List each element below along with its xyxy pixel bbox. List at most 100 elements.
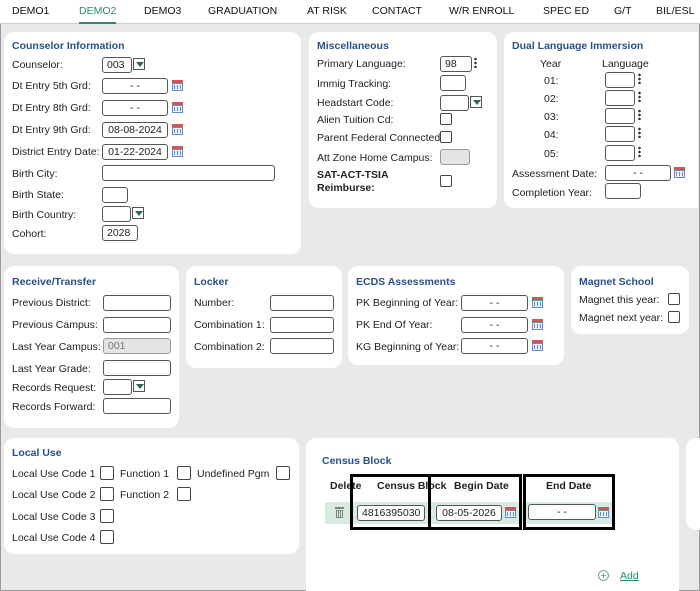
previous-campus-field[interactable] — [103, 317, 171, 333]
birth-country-field[interactable] — [102, 206, 131, 222]
function2-field[interactable] — [177, 487, 191, 501]
tab-bar: DEMO1 DEMO2 DEMO3 GRADUATION AT RISK CON… — [0, 0, 700, 24]
calendar-icon[interactable] — [532, 319, 543, 330]
sat-act-tsia-label: SAT-ACT-TSIA — [317, 169, 389, 181]
completion-year-label: Completion Year: — [512, 187, 592, 199]
calendar-icon[interactable] — [674, 167, 685, 178]
immig-tracking-label: Immig Tracking: — [317, 78, 392, 90]
trash-icon[interactable] — [335, 507, 344, 518]
district-entry-field[interactable]: 01-22-2024 — [102, 144, 168, 160]
completion-year-field[interactable] — [605, 183, 641, 199]
tab-bil-esl[interactable]: BIL/ESL — [656, 0, 695, 24]
receive-transfer-panel: Receive/Transfer Previous District: Prev… — [4, 266, 179, 428]
parent-federal-checkbox[interactable] — [440, 131, 452, 143]
local-code2-field[interactable] — [100, 487, 114, 501]
birth-city-label: Birth City: — [12, 168, 58, 180]
alien-tuition-checkbox[interactable] — [440, 113, 452, 125]
pk-begin-field[interactable]: - - — [461, 295, 528, 311]
local-code4-field[interactable] — [100, 530, 114, 544]
dt5-field[interactable]: - - — [102, 78, 168, 94]
tab-wr-enroll[interactable]: W/R ENROLL — [449, 0, 514, 24]
previous-district-field[interactable] — [103, 295, 171, 311]
more-options-icon[interactable] — [638, 73, 641, 84]
tab-demo1[interactable]: DEMO1 — [12, 0, 49, 24]
tab-gt[interactable]: G/T — [614, 0, 632, 24]
more-options-icon[interactable] — [474, 57, 477, 68]
combination2-label: Combination 2: — [194, 341, 265, 353]
att-zone-label: Att Zone Home Campus: — [317, 152, 433, 164]
dli-row-label: 03: — [544, 111, 559, 123]
tab-graduation[interactable]: GRADUATION — [208, 0, 277, 24]
dli-language-field[interactable] — [605, 145, 635, 161]
magnet-this-year-label: Magnet this year: — [579, 294, 660, 306]
birth-state-field[interactable] — [102, 187, 128, 203]
records-forward-field[interactable] — [103, 398, 171, 414]
tab-demo3[interactable]: DEMO3 — [144, 0, 181, 24]
counselor-panel: Counselor Information Counselor: 003 Dt … — [4, 32, 301, 254]
side-panel-edge — [686, 438, 700, 530]
counselor-dropdown-icon[interactable] — [133, 58, 145, 70]
dt8-field[interactable]: - - — [102, 100, 168, 116]
local-code4-label: Local Use Code 4 — [12, 532, 96, 544]
district-entry-label: District Entry Date: — [12, 146, 100, 158]
tab-demo2[interactable]: DEMO2 — [79, 0, 117, 24]
primary-language-label: Primary Language: — [317, 58, 406, 70]
dli-language-field[interactable] — [605, 108, 635, 124]
tab-spec-ed[interactable]: SPEC ED — [543, 0, 589, 24]
kg-begin-field[interactable]: - - — [461, 338, 528, 354]
more-options-icon[interactable] — [638, 146, 641, 157]
function1-label: Function 1 — [120, 468, 170, 480]
sat-reimburse-checkbox[interactable] — [440, 175, 452, 187]
calendar-icon[interactable] — [532, 340, 543, 351]
function1-field[interactable] — [177, 466, 191, 480]
cohort-field[interactable]: 2028 — [102, 225, 138, 241]
combination2-field[interactable] — [270, 338, 334, 354]
magnet-next-year-label: Magnet next year: — [579, 312, 664, 324]
local-code1-field[interactable] — [100, 466, 114, 480]
more-options-icon[interactable] — [638, 127, 641, 138]
calendar-icon[interactable] — [172, 80, 183, 91]
dli-language-field[interactable] — [605, 126, 635, 142]
locker-number-field[interactable] — [270, 295, 334, 311]
dli-row-label: 05: — [544, 148, 559, 160]
birth-country-dropdown-icon[interactable] — [132, 207, 144, 219]
dli-language-field[interactable] — [605, 72, 635, 88]
dli-language-field[interactable] — [605, 90, 635, 106]
last-year-campus-label: Last Year Campus: — [12, 341, 101, 353]
tab-at-risk[interactable]: AT RISK — [307, 0, 347, 24]
tab-contact[interactable]: CONTACT — [372, 0, 422, 24]
more-options-icon[interactable] — [638, 109, 641, 120]
counselor-label: Counselor: — [12, 59, 63, 71]
undefined-pgm-field[interactable] — [276, 466, 290, 480]
last-year-grade-label: Last Year Grade: — [12, 363, 91, 375]
headstart-dropdown-icon[interactable] — [470, 96, 482, 108]
birth-city-field[interactable] — [102, 165, 275, 181]
dli-title: Dual Language Immersion — [512, 40, 644, 52]
cohort-label: Cohort: — [12, 228, 47, 240]
magnet-next-year-checkbox[interactable] — [668, 311, 680, 323]
calendar-icon[interactable] — [172, 102, 183, 113]
dt9-field[interactable]: 08-08-2024 — [102, 122, 168, 138]
records-request-dropdown-icon[interactable] — [133, 380, 145, 392]
pk-end-field[interactable]: - - — [461, 317, 528, 333]
add-icon[interactable] — [598, 570, 609, 581]
last-year-campus-field: 001 — [103, 338, 171, 354]
census-block-panel: Census Block Delete Census Block Begin D… — [306, 438, 679, 591]
calendar-icon[interactable] — [172, 146, 183, 157]
combination1-field[interactable] — [270, 317, 334, 333]
primary-language-field[interactable]: 98 — [440, 56, 472, 72]
local-code3-field[interactable] — [100, 509, 114, 523]
counselor-field[interactable]: 003 — [102, 57, 132, 73]
headstart-label: Headstart Code: — [317, 97, 394, 109]
more-options-icon[interactable] — [638, 91, 641, 102]
calendar-icon[interactable] — [532, 297, 543, 308]
magnet-this-year-checkbox[interactable] — [668, 293, 680, 305]
parent-federal-label: Parent Federal Connected: — [317, 132, 444, 144]
immig-tracking-field[interactable] — [440, 75, 466, 91]
records-request-field[interactable] — [103, 379, 132, 395]
headstart-field[interactable] — [440, 95, 469, 111]
calendar-icon[interactable] — [172, 124, 183, 135]
add-link[interactable]: Add — [620, 570, 639, 582]
assessment-date-field[interactable]: - - — [605, 165, 671, 181]
last-year-grade-field[interactable] — [103, 360, 171, 376]
